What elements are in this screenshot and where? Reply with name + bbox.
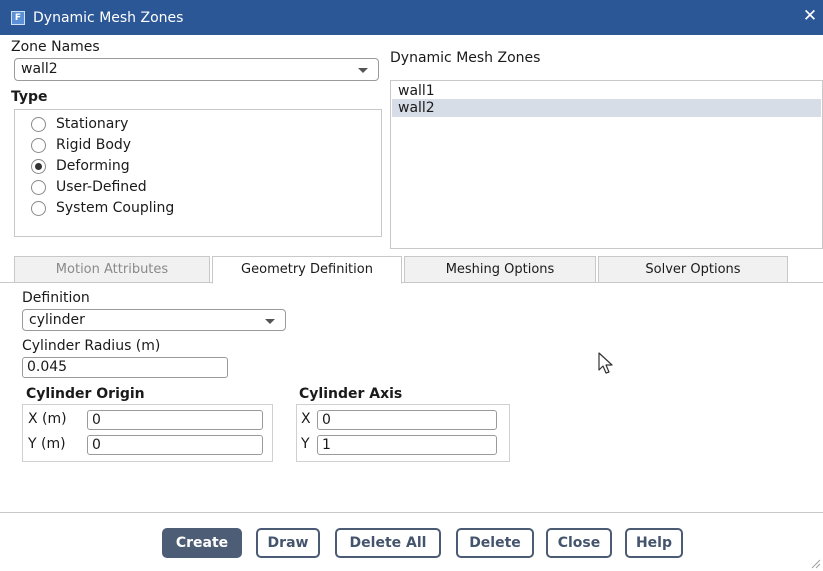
definition-dropdown[interactable]: cylinder <box>22 309 286 331</box>
dynamic-mesh-zones-label: Dynamic Mesh Zones <box>390 50 541 66</box>
draw-button[interactable]: Draw <box>256 528 320 558</box>
delete-all-button[interactable]: Delete All <box>335 528 441 558</box>
zone-names-dropdown[interactable]: wall2 <box>14 58 379 81</box>
tab-solver-options[interactable]: Solver Options <box>598 256 788 283</box>
radio-button[interactable] <box>31 179 46 195</box>
origin-x-label: X (m) <box>28 411 67 427</box>
close-icon[interactable]: ✕ <box>801 6 819 26</box>
zone-names-label: Zone Names <box>11 39 100 55</box>
create-button[interactable]: Create <box>162 528 242 558</box>
type-label: Type <box>11 89 48 105</box>
axis-x-value: 0 <box>322 412 331 428</box>
cylinder-axis-label: Cylinder Axis <box>299 386 403 402</box>
radio-button-selected[interactable] <box>31 158 46 174</box>
definition-value: cylinder <box>29 312 85 328</box>
delete-button[interactable]: Delete <box>456 528 534 558</box>
radio-stationary[interactable]: Stationary <box>31 114 128 134</box>
radio-rigid-body[interactable]: Rigid Body <box>31 135 131 155</box>
origin-y-field[interactable]: 0 <box>87 435 263 455</box>
list-item[interactable]: wall1 <box>392 82 821 100</box>
radio-label: Rigid Body <box>56 137 132 153</box>
app-icon: F <box>11 10 25 25</box>
help-button[interactable]: Help <box>625 528 683 558</box>
origin-x-field[interactable]: 0 <box>87 410 263 430</box>
cylinder-axis-group: X 0 Y 1 <box>296 404 510 462</box>
tab-motion-attributes[interactable]: Motion Attributes <box>14 256 210 283</box>
cylinder-origin-group: X (m) 0 Y (m) 0 <box>22 404 273 462</box>
list-item-selected[interactable]: wall2 <box>392 99 821 117</box>
cylinder-origin-label: Cylinder Origin <box>26 386 145 402</box>
axis-x-field[interactable]: 0 <box>317 410 497 430</box>
axis-y-value: 1 <box>322 437 331 453</box>
cylinder-radius-field[interactable]: 0.045 <box>22 357 228 378</box>
radio-label: System Coupling <box>56 200 175 216</box>
axis-y-field[interactable]: 1 <box>317 435 497 455</box>
radio-button[interactable] <box>31 137 46 153</box>
radio-label: User-Defined <box>56 179 147 195</box>
button-bar-divider <box>0 512 823 513</box>
resize-grip-icon[interactable] <box>811 559 821 569</box>
dynamic-mesh-zones-list[interactable]: wall1 wall2 <box>390 80 823 249</box>
radio-label: Deforming <box>56 158 130 174</box>
close-button[interactable]: Close <box>546 528 612 558</box>
origin-y-value: 0 <box>92 437 101 453</box>
cylinder-radius-value: 0.045 <box>27 359 68 375</box>
radio-button[interactable] <box>31 200 46 216</box>
radio-label: Stationary <box>56 116 129 132</box>
radio-deforming[interactable]: Deforming <box>31 156 130 176</box>
type-radio-group: Stationary Rigid Body Deforming User-Def… <box>14 109 382 237</box>
title-bar: F Dynamic Mesh Zones ✕ <box>0 0 823 35</box>
origin-x-value: 0 <box>92 412 101 428</box>
radio-user-defined[interactable]: User-Defined <box>31 177 147 197</box>
tab-geometry-definition[interactable]: Geometry Definition <box>212 256 402 284</box>
radio-button[interactable] <box>31 116 46 132</box>
dropdown-arrow-icon <box>358 68 368 73</box>
zone-names-value: wall2 <box>21 61 58 77</box>
axis-y-label: Y <box>301 436 310 452</box>
dropdown-arrow-icon <box>265 319 275 324</box>
cylinder-radius-label: Cylinder Radius (m) <box>22 338 161 354</box>
definition-label: Definition <box>22 290 90 306</box>
tab-meshing-options[interactable]: Meshing Options <box>404 256 596 283</box>
radio-system-coupling[interactable]: System Coupling <box>31 198 174 218</box>
axis-x-label: X <box>301 411 311 427</box>
origin-y-label: Y (m) <box>28 436 66 452</box>
mouse-pointer-icon <box>598 352 613 374</box>
window-title: Dynamic Mesh Zones <box>33 9 184 26</box>
